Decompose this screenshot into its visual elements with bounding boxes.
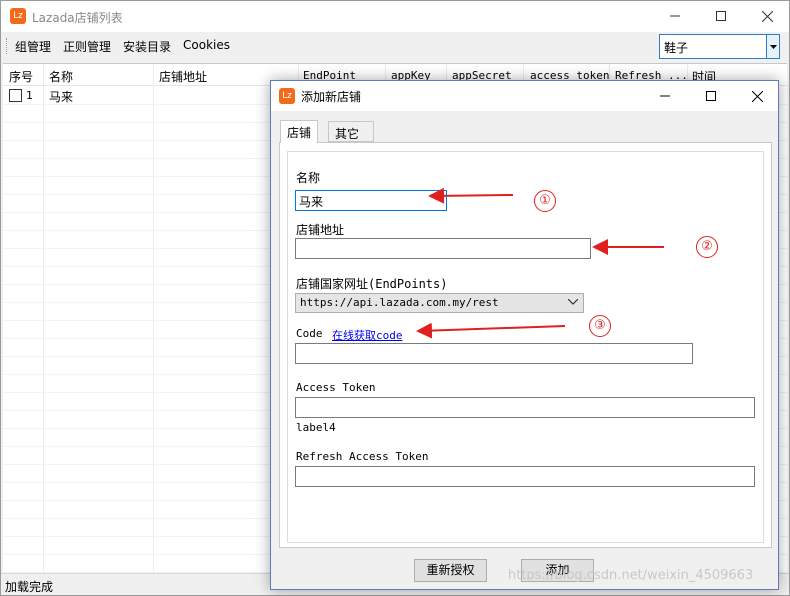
row-index: 1 [26,89,33,102]
dialog-close-button[interactable] [734,81,780,111]
minimize-icon [670,15,680,17]
endpoint-label: 店铺国家网址(EndPoints) [296,277,448,291]
maximize-icon [706,91,716,101]
access-token-label: Access Token [296,381,376,394]
menu-cookies[interactable]: Cookies [183,38,230,52]
watermark-text: https://blog.csdn.net/weixin_4509663 [508,568,754,583]
add-shop-dialog: Lz 添加新店铺 店铺 其它 名称 马来 店铺地址 店铺国家网址(EndPoin… [270,80,779,590]
address-label: 店铺地址 [296,223,345,237]
refresh-token-label: Refresh Access Token [296,450,429,463]
tab-shop[interactable]: 店铺 [280,120,319,143]
tab-panel-shop: 名称 马来 店铺地址 店铺国家网址(EndPoints) https://api… [279,142,772,548]
dialog-minimize-button[interactable] [642,81,688,111]
annotation-marker-3: ③ [589,315,611,337]
menu-regex-manage[interactable]: 正则管理 [63,38,111,55]
row-checkbox[interactable] [9,89,22,102]
chevron-down-icon [568,299,578,305]
chevron-down-icon [769,44,777,49]
minimize-icon [660,95,670,97]
dialog-app-icon: Lz [279,88,295,104]
group-select[interactable]: 鞋子 [659,34,780,59]
label4-text: label4 [296,421,336,434]
code-label: Code [296,327,323,340]
status-text: 加载完成 [5,580,54,594]
get-code-link[interactable]: 在线获取code [332,327,403,343]
group-select-dropdown-button[interactable] [766,35,779,58]
name-label: 名称 [296,171,321,185]
menu-group-manage[interactable]: 组管理 [15,38,51,55]
menu-install-dir[interactable]: 安装目录 [123,38,171,55]
code-input[interactable] [295,343,693,364]
endpoint-select-value: https://api.lazada.com.my/rest [300,296,499,309]
close-button[interactable] [744,1,789,31]
access-token-input[interactable] [295,397,755,418]
window-title: Lazada店铺列表 [32,11,123,25]
annotation-marker-1: ① [534,190,556,212]
maximize-button[interactable] [698,1,744,31]
close-icon [761,10,773,22]
app-icon: Lz [10,8,26,24]
dialog-maximize-button[interactable] [688,81,734,111]
minimize-button[interactable] [652,1,698,31]
address-input[interactable] [295,238,591,259]
col-header-index[interactable]: 序号 [9,68,33,85]
col-header-address[interactable]: 店铺地址 [159,68,207,85]
main-titlebar[interactable]: Lz Lazada店铺列表 [1,1,789,32]
group-select-value: 鞋子 [664,41,689,55]
name-input[interactable]: 马来 [295,190,447,211]
form-group: 名称 马来 店铺地址 店铺国家网址(EndPoints) https://api… [287,151,764,543]
maximize-icon [716,11,726,21]
toolbar-grip[interactable] [6,38,8,54]
close-icon [751,90,763,102]
refresh-token-input[interactable] [295,466,755,487]
reauthorize-button[interactable]: 重新授权 [414,559,487,582]
dialog-titlebar[interactable]: Lz 添加新店铺 [271,81,778,111]
col-header-name[interactable]: 名称 [49,68,73,85]
dialog-title: 添加新店铺 [301,90,362,104]
tab-other[interactable]: 其它 [328,121,374,142]
endpoint-select[interactable]: https://api.lazada.com.my/rest [295,293,584,313]
annotation-marker-2: ② [696,236,718,258]
row-name: 马来 [49,90,74,104]
